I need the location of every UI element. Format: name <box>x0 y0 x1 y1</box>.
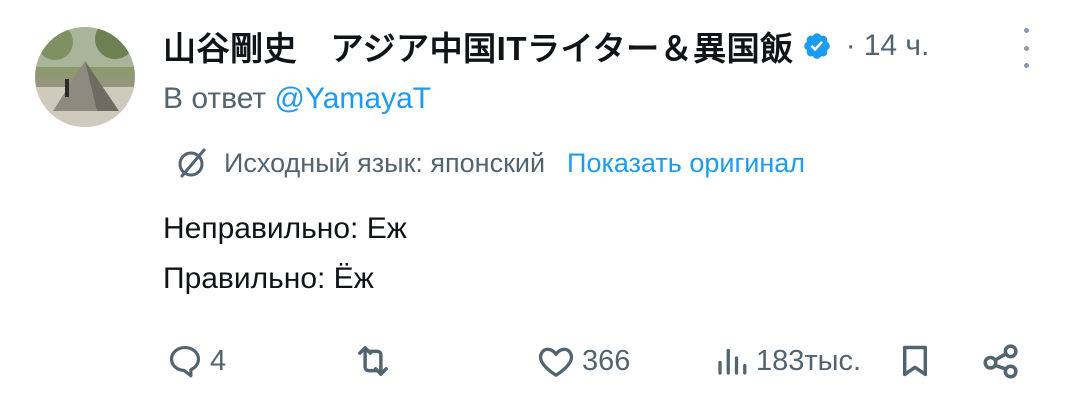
retweet-icon <box>358 346 388 376</box>
action-bar: 4 366 183тыс. <box>0 336 1080 386</box>
tweet-body: Неправильно: Еж Правильно: Ёж <box>163 204 407 304</box>
tweet-body-line: Правильно: Ёж <box>163 262 374 295</box>
more-options-icon[interactable] <box>1016 28 1036 68</box>
reply-handle-link[interactable]: @YamayaT <box>274 82 431 115</box>
reply-prefix: В ответ <box>163 82 267 115</box>
share-button[interactable] <box>980 336 1022 386</box>
like-count: 366 <box>582 344 631 377</box>
retweet-button[interactable] <box>352 336 400 386</box>
tweet-body-line: Неправильно: Еж <box>163 212 407 245</box>
reply-icon <box>169 345 201 378</box>
like-button[interactable]: 366 <box>536 336 630 386</box>
tweet-timestamp[interactable]: 14 ч. <box>864 29 930 63</box>
bookmark-icon <box>902 345 928 377</box>
avatar[interactable] <box>35 27 135 127</box>
separator-dot: · <box>845 29 856 62</box>
views-button[interactable]: 183тыс. <box>714 336 861 386</box>
tweet-header: 山谷剛史 アジア中国ITライター＆異国飯 · 14 ч. <box>163 24 1040 68</box>
views-count: 183тыс. <box>756 344 862 377</box>
views-chart-icon <box>718 348 747 375</box>
show-original-link[interactable]: Показать оригинал <box>567 148 805 179</box>
translate-icon <box>176 146 210 180</box>
source-language-label: Исходный язык: японский <box>224 147 546 178</box>
translation-notice: Исходный язык: японский Показать оригина… <box>176 142 805 184</box>
heart-icon <box>538 347 574 377</box>
bookmark-button[interactable] <box>896 336 934 386</box>
avatar-photo <box>35 27 135 127</box>
author-name[interactable]: 山谷剛史 アジア中国ITライター＆異国飯 <box>163 22 794 70</box>
share-icon <box>983 344 1018 379</box>
reply-count: 4 <box>210 344 227 377</box>
reply-button[interactable]: 4 <box>166 336 226 386</box>
verified-badge-icon <box>802 31 832 61</box>
reply-to-line: В ответ @YamayaT <box>163 82 431 116</box>
